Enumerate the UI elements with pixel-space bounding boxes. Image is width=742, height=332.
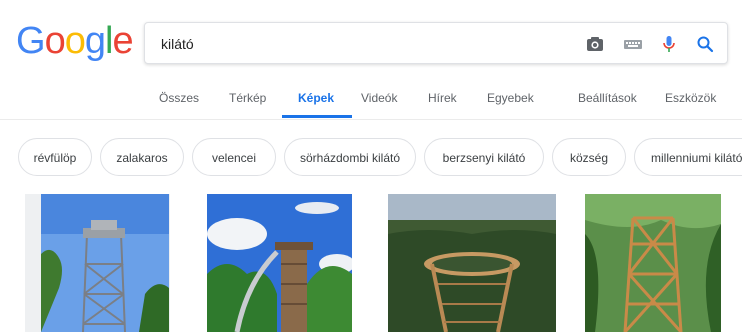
chip-sorhazdombi-kilato[interactable]: sörházdombi kilátó	[284, 138, 416, 176]
chip-berzsenyi-kilato[interactable]: berzsenyi kilátó	[424, 138, 544, 176]
chip-millenniumi-kilato[interactable]: millenniumi kilátó	[634, 138, 742, 176]
search-tabs: Összes Térkép Képek Videók Hírek Egyebek…	[0, 88, 742, 120]
logo-letter: o	[64, 20, 86, 62]
image-result-1[interactable]	[25, 194, 170, 332]
chip-revfulop[interactable]: révfülöp	[18, 138, 92, 176]
tab-videok[interactable]: Videók	[361, 88, 397, 120]
search-icon[interactable]	[695, 34, 715, 54]
microphone-icon[interactable]	[659, 34, 679, 54]
active-tab-indicator	[282, 115, 352, 118]
tab-osszes[interactable]: Összes	[159, 88, 199, 120]
chip-kozseg[interactable]: község	[552, 138, 626, 176]
logo-letter: o	[44, 20, 66, 62]
tower-photo-1	[25, 194, 170, 332]
logo-letter: e	[112, 20, 133, 62]
image-result-4[interactable]	[585, 194, 721, 332]
google-logo[interactable]: Google	[16, 20, 134, 62]
tower-photo-2	[207, 194, 352, 332]
related-search-chips: révfülöp zalakaros velencei sörházdombi …	[0, 138, 742, 180]
tower-photo-3	[388, 194, 556, 332]
image-result-2[interactable]	[207, 194, 352, 332]
tab-hirek[interactable]: Hírek	[428, 88, 457, 120]
logo-letter: g	[84, 20, 106, 62]
search-box	[144, 22, 728, 65]
tab-terkep[interactable]: Térkép	[229, 88, 266, 120]
tab-egyebek[interactable]: Egyebek	[487, 88, 534, 120]
image-result-3[interactable]	[388, 194, 556, 332]
keyboard-icon[interactable]	[623, 34, 643, 54]
settings-link[interactable]: Beállítások	[578, 88, 637, 120]
header-divider	[0, 119, 742, 120]
tools-link[interactable]: Eszközök	[665, 88, 716, 120]
chip-velencei[interactable]: velencei	[192, 138, 276, 176]
search-input[interactable]	[159, 23, 563, 65]
tower-photo-4	[585, 194, 721, 332]
logo-letter: G	[16, 20, 46, 62]
chip-zalakaros[interactable]: zalakaros	[100, 138, 184, 176]
camera-icon[interactable]	[585, 34, 605, 54]
